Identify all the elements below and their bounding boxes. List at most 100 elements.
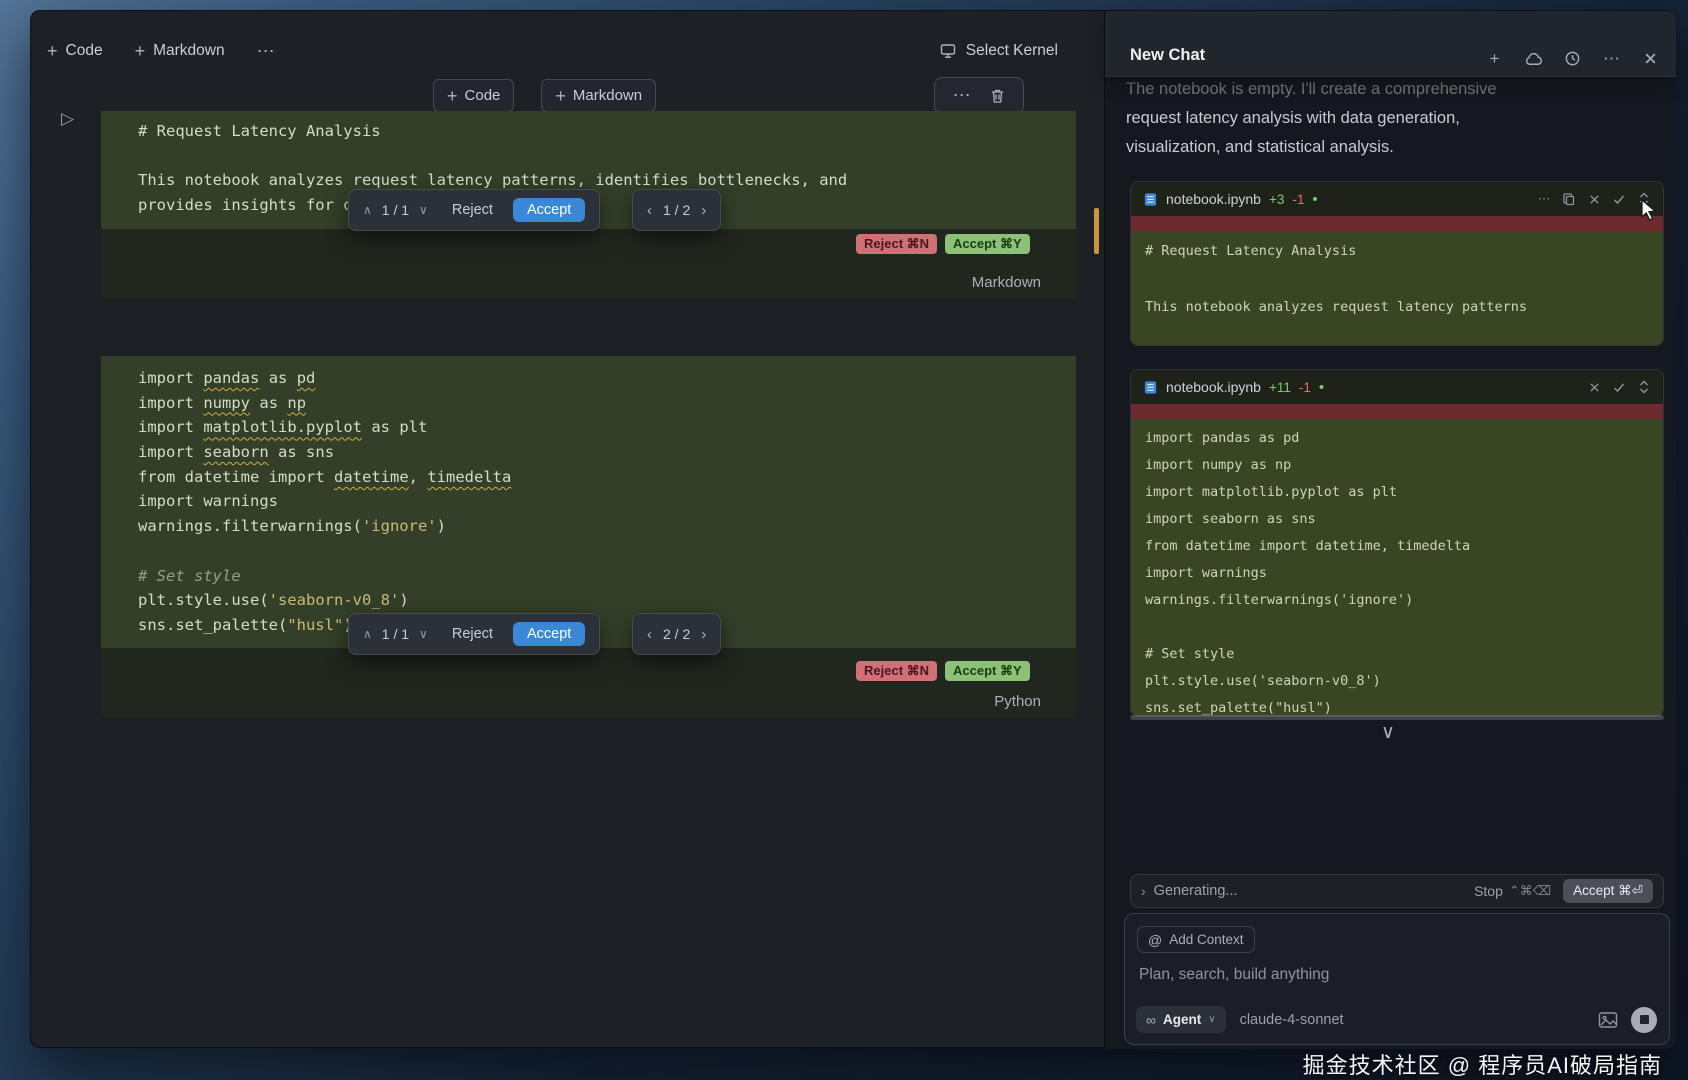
generating-label: Generating... <box>1153 883 1238 899</box>
insert-markdown-label: Markdown <box>572 87 643 104</box>
card-scroll-fade <box>1130 715 1664 720</box>
diff-preview-code: # Request Latency Analysis This notebook… <box>1131 231 1663 345</box>
cell-pager-2: ‹ 2 / 2 › <box>632 613 722 655</box>
cell-more-icon[interactable]: ⋯ <box>953 85 973 106</box>
toolbar-add-code-button[interactable]: + Code <box>47 42 103 60</box>
modified-gutter-marker <box>1094 208 1099 254</box>
copy-icon[interactable] <box>1562 192 1576 206</box>
lines-removed: -1 <box>1292 191 1305 207</box>
desktop: + Code + Markdown ⋯ Select Kernel + Code <box>0 0 1688 1080</box>
diff-card-header[interactable]: notebook.ipynb +11 -1 • <box>1131 370 1663 404</box>
accept-shortcut-badge[interactable]: Accept ⌘Y <box>945 234 1030 254</box>
mouse-cursor <box>1641 198 1657 221</box>
assistant-message: The notebook is empty. I'll create a com… <box>1126 75 1654 162</box>
file-name: notebook.ipynb <box>1166 191 1261 207</box>
chevron-left-icon[interactable]: ‹ <box>647 202 652 219</box>
kernel-icon <box>940 44 955 58</box>
file-name: notebook.ipynb <box>1166 379 1261 395</box>
diff-position: 1 / 1 <box>381 202 410 218</box>
insert-markdown-button[interactable]: + Markdown <box>541 79 657 112</box>
reject-button[interactable]: Reject <box>452 626 493 642</box>
unsaved-dot: • <box>1318 378 1325 396</box>
accept-file-icon[interactable] <box>1612 380 1626 394</box>
reject-button[interactable]: Reject <box>452 202 493 218</box>
composer-placeholder[interactable]: Plan, search, build anything <box>1139 966 1329 984</box>
expand-icon[interactable] <box>1637 380 1651 394</box>
insert-code-button[interactable]: + Code <box>433 79 515 112</box>
notebook-file-icon <box>1144 192 1157 206</box>
message-line: request latency analysis with data gener… <box>1126 109 1460 127</box>
model-selector[interactable]: claude-4-sonnet <box>1240 1012 1344 1028</box>
reject-shortcut-badge[interactable]: Reject ⌘N <box>856 234 938 254</box>
toolbar-add-markdown-button[interactable]: + Markdown <box>135 42 225 60</box>
chevron-right-icon[interactable]: › <box>701 626 706 643</box>
chevron-up-icon[interactable]: ∧ <box>363 627 372 641</box>
toolbar-more-icon[interactable]: ⋯ <box>257 41 277 62</box>
cell-language-label[interactable]: Markdown <box>972 274 1041 291</box>
notebook-file-icon <box>1144 380 1157 394</box>
accept-button[interactable]: Accept <box>512 198 586 222</box>
infinity-icon: ∞ <box>1146 1011 1156 1028</box>
diff-preview-code: import pandas as pd import numpy as np imp… <box>1131 419 1663 716</box>
cloud-icon[interactable] <box>1524 49 1543 68</box>
deleted-line-block <box>1131 404 1663 419</box>
chevron-up-icon[interactable]: ∧ <box>363 203 372 217</box>
cell-language-label[interactable]: Python <box>994 693 1041 710</box>
agent-mode-dropdown[interactable]: ∞ Agent ∨ <box>1136 1006 1226 1033</box>
diff-card-header[interactable]: notebook.ipynb +3 -1 • ⋯ <box>1131 182 1663 216</box>
lines-removed: -1 <box>1298 379 1311 395</box>
select-kernel-button[interactable]: Select Kernel <box>939 37 1058 65</box>
more-icon[interactable]: ⋯ <box>1602 49 1621 68</box>
at-icon: @ <box>1148 931 1163 948</box>
plus-icon: + <box>447 85 458 106</box>
chat-panel: New Chat + ⋯ The notebook is empty. I'll… <box>1104 11 1676 1049</box>
reject-file-icon[interactable] <box>1587 192 1601 206</box>
code-cell-content[interactable]: import pandas as pd import numpy as np imp… <box>101 356 1076 648</box>
file-diff-card: notebook.ipynb +3 -1 • ⋯ # Request Laten… <box>1130 181 1664 346</box>
chevron-right-icon[interactable]: › <box>701 202 706 219</box>
plus-icon: + <box>47 41 58 61</box>
new-chat-icon[interactable]: + <box>1485 49 1504 68</box>
image-attach-icon[interactable] <box>1598 1011 1618 1029</box>
editor-window: + Code + Markdown ⋯ Select Kernel + Code <box>30 10 1676 1049</box>
accept-all-button[interactable]: Accept ⌘⏎ <box>1563 879 1653 903</box>
stop-shortcut: ⌃⌘⌫ <box>1508 883 1552 898</box>
agent-mode-label: Agent <box>1162 1012 1202 1027</box>
stop-button[interactable]: Stop <box>1474 883 1503 899</box>
insert-cell-bar: + Code + Markdown <box>433 79 657 112</box>
insert-code-label: Code <box>464 87 501 104</box>
file-diff-card: notebook.ipynb +11 -1 • import pandas as… <box>1130 369 1664 717</box>
chevron-down-icon: ∨ <box>1208 1014 1216 1025</box>
diff-review-bar-1: ∧ 1 / 1 ∨ Reject Accept <box>348 189 601 231</box>
accept-shortcut-badge[interactable]: Accept ⌘Y <box>945 661 1030 681</box>
history-icon[interactable] <box>1563 49 1582 68</box>
diff-shortcut-badges: Reject ⌘N Accept ⌘Y <box>856 234 1030 254</box>
chevron-down-icon[interactable]: ∨ <box>419 627 428 641</box>
chat-title: New Chat <box>1130 46 1206 64</box>
reject-file-icon[interactable] <box>1587 380 1601 394</box>
accept-button[interactable]: Accept <box>512 622 586 646</box>
composer-right-icons <box>1598 1006 1657 1033</box>
add-context-label: Add Context <box>1169 932 1244 947</box>
message-line: The notebook is empty. I'll create a com… <box>1126 80 1497 98</box>
chat-composer[interactable]: @ Add Context Plan, search, build anythi… <box>1124 913 1670 1045</box>
chevron-left-icon[interactable]: ‹ <box>647 626 652 643</box>
unsaved-dot: • <box>1312 190 1318 208</box>
lines-added: +11 <box>1268 379 1291 395</box>
chevron-down-icon[interactable]: ∨ <box>419 203 428 217</box>
message-line: visualization, and statistical analysis. <box>1126 138 1394 156</box>
reject-shortcut-badge[interactable]: Reject ⌘N <box>856 661 938 681</box>
close-icon[interactable] <box>1641 49 1660 68</box>
stop-generation-button[interactable] <box>1631 1006 1657 1033</box>
stop-square-icon <box>1639 1015 1649 1024</box>
chat-header: New Chat + ⋯ <box>1105 11 1676 77</box>
add-context-chip[interactable]: @ Add Context <box>1137 926 1255 953</box>
scroll-down-chevron-icon[interactable]: ∨ <box>1381 721 1395 744</box>
trash-icon[interactable] <box>990 88 1005 104</box>
cell-actions-toolbar: ⋯ <box>934 77 1024 114</box>
accept-file-icon[interactable] <box>1612 192 1626 206</box>
more-icon[interactable]: ⋯ <box>1537 191 1551 206</box>
select-kernel-label: Select Kernel <box>965 42 1058 59</box>
chevron-right-icon[interactable]: › <box>1141 883 1146 899</box>
run-cell-button[interactable]: ▷ <box>61 109 74 129</box>
